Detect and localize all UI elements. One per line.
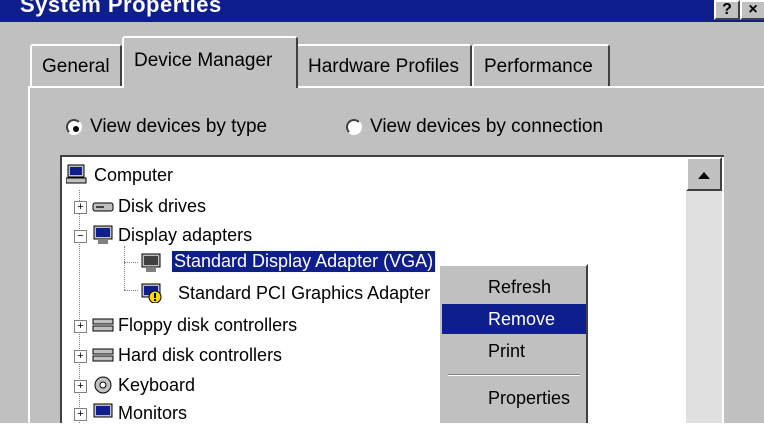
tab-label: Performance [484,56,593,77]
tree-line [124,262,138,263]
arrow-up-icon [698,172,710,179]
tree-item-pci-graphics-adapter[interactable]: Standard PCI Graphics Adapter [140,280,460,308]
expand-icon: + [74,201,87,214]
tree-line [124,246,125,290]
window-title: System Properties [20,0,222,17]
tree-item-keyboard[interactable]: + Keyboard [74,372,374,400]
menu-item-label: Print [488,341,526,361]
keyboard-icon [94,376,112,394]
tab-label: Hardware Profiles [308,56,459,77]
tree-item-standard-display-adapter[interactable]: Standard Display Adapter (VGA) [140,250,470,278]
monitor-icon [93,403,113,418]
menu-separator [448,374,580,376]
radio-dot-icon [73,126,79,132]
radio-circle-icon [66,119,82,135]
tree-item-label: Keyboard [118,375,196,395]
tree-item-floppy-controllers[interactable]: + Floppy disk controllers [74,312,394,340]
radio-view-by-type[interactable]: View devices by type [66,116,306,142]
tree-item-label: Computer [94,165,174,185]
tab-label: Device Manager [134,50,273,71]
tree-item-monitors[interactable]: + Monitors [74,400,374,428]
disk-drive-icon [92,202,114,212]
help-button[interactable]: ? [714,0,740,20]
controller-icon [92,318,114,332]
menu-item-remove[interactable]: Remove [442,304,586,334]
tab-hardware-profiles[interactable]: Hardware Profiles [296,44,472,86]
tree-item-label: Floppy disk controllers [118,315,298,335]
monitor-icon [93,225,113,244]
window-left-border [0,0,10,423]
menu-item-label: Properties [488,388,571,408]
tree-item-label: Standard PCI Graphics Adapter [178,283,431,303]
computer-icon [66,164,87,184]
scroll-up-button[interactable] [686,157,722,191]
tab-performance[interactable]: Performance [472,44,610,86]
tree-item-label: Display adapters [118,225,253,245]
tree-item-label: Monitors [118,403,188,423]
expand-icon: + [74,350,87,363]
tab-label: General [42,56,110,77]
tree-item-label: Standard Display Adapter (VGA) [170,250,437,273]
expand-icon: + [74,408,87,421]
radio-circle-icon [346,119,362,135]
context-menu: Refresh Remove Print Properties [438,264,588,423]
tab-device-manager[interactable]: Device Manager [122,36,298,88]
expand-icon: + [74,320,87,333]
controller-icon [92,348,114,362]
radio-view-by-connection[interactable]: View devices by connection [346,116,646,142]
tree-item-label: Disk drives [118,196,207,216]
expand-icon: + [74,380,87,393]
tab-general[interactable]: General [30,44,122,86]
title-bar: System Properties ? × [0,0,764,22]
tree-line [124,290,138,291]
radio-label: View devices by connection [370,116,604,137]
display-adapter-icon [141,253,161,272]
menu-item-label: Refresh [488,277,552,297]
menu-item-properties[interactable]: Properties [442,383,586,413]
tree-item-hard-disk-controllers[interactable]: + Hard disk controllers [74,342,394,370]
tree-item-disk-drives[interactable]: + Disk drives [74,193,374,221]
tree-item-display-adapters[interactable]: − Display adapters [74,222,374,250]
close-button[interactable]: × [740,0,764,20]
tree-item-label: Hard disk controllers [118,345,283,365]
menu-item-refresh[interactable]: Refresh [442,272,586,302]
menu-item-label: Remove [488,309,556,329]
menu-item-print[interactable]: Print [442,336,586,366]
radio-label: View devices by type [90,116,268,137]
vertical-scrollbar-track[interactable] [686,191,722,423]
collapse-icon: − [74,230,87,243]
tree-root[interactable]: Computer [66,162,366,190]
display-adapter-warning-icon [141,283,162,303]
